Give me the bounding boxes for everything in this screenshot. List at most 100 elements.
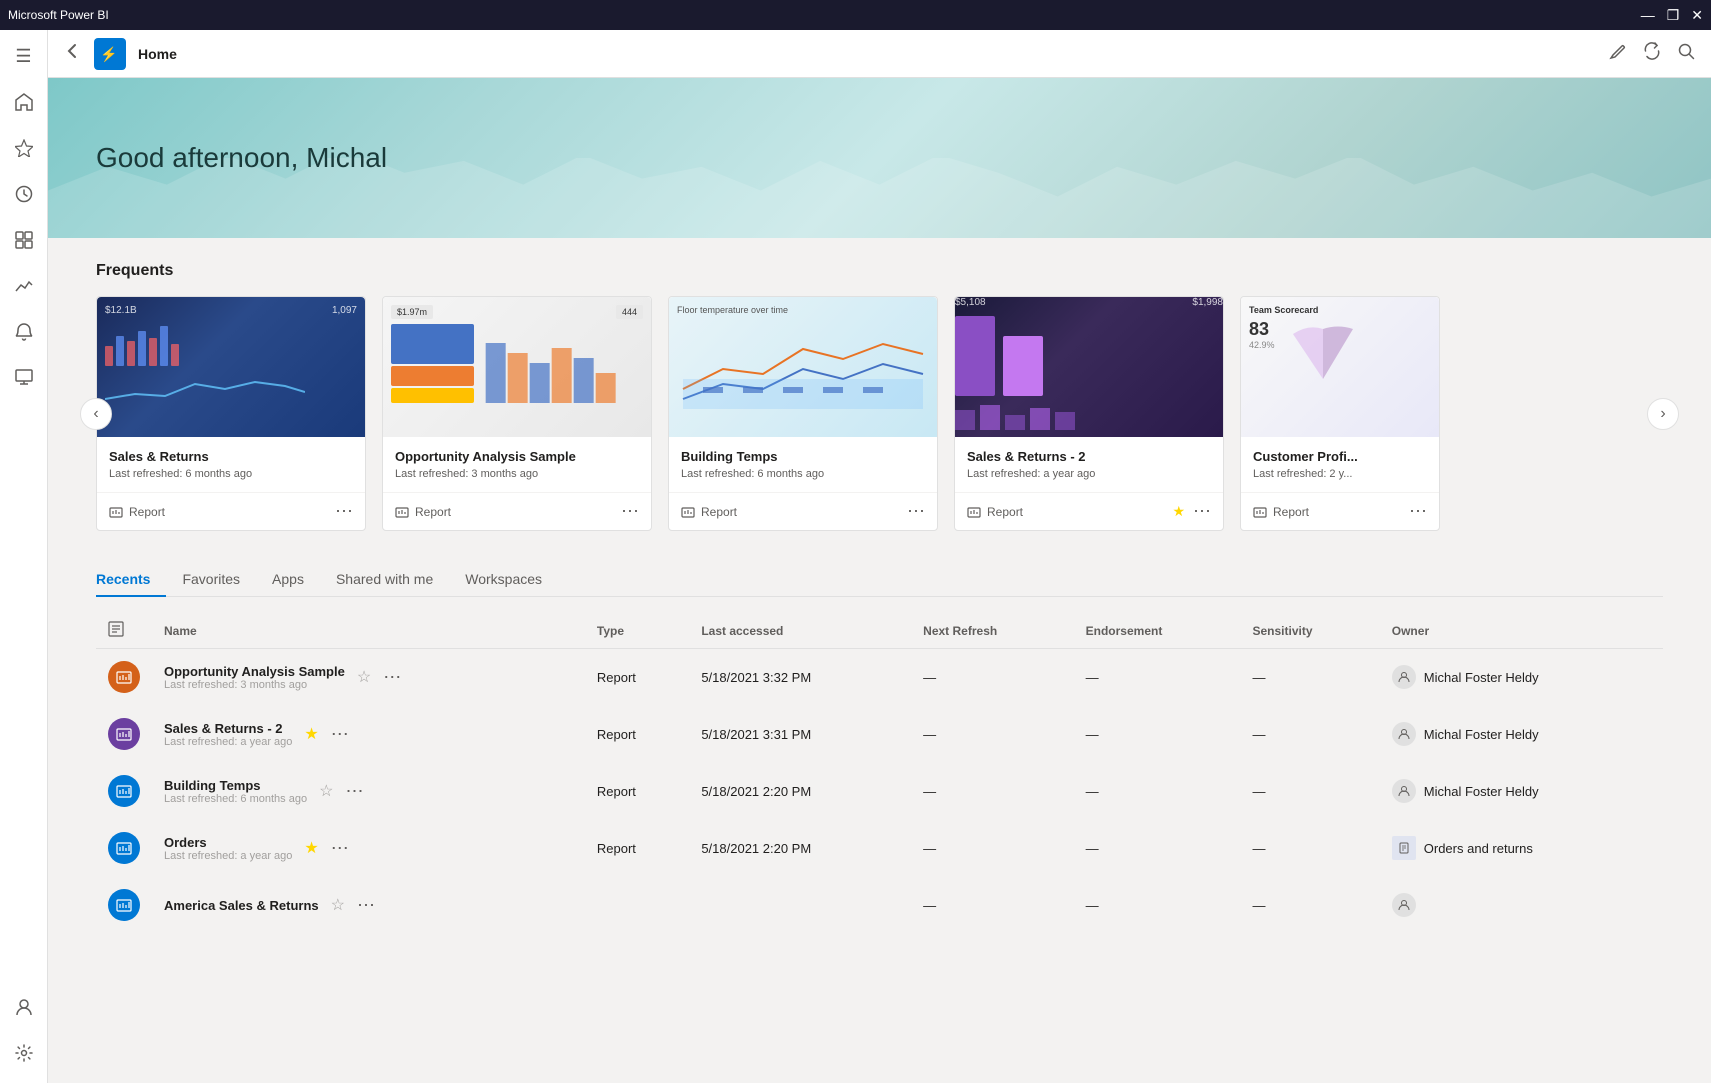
row-more-button[interactable]: ⋯ [357,895,375,916]
hero-banner: Good afternoon, Michal [48,78,1711,238]
owner-icon [1392,836,1416,860]
item-name: Building Temps [164,778,307,793]
type-cell: Report [585,706,689,763]
card-more-button[interactable]: ⋯ [1193,501,1211,522]
card-more-button[interactable]: ⋯ [621,501,639,522]
owner-icon [1392,665,1416,689]
frequents-section: Frequents ‹ $12.1B1,097 [96,262,1663,531]
card-more-button[interactable]: ⋯ [1409,501,1427,522]
row-more-button[interactable]: ⋯ [331,838,349,859]
tab-workspaces[interactable]: Workspaces [449,563,558,597]
type-cell [585,877,689,934]
carousel-next-button[interactable]: › [1647,398,1679,430]
card-sales-returns[interactable]: $12.1B1,097 [96,296,366,531]
card-subtitle: Last refreshed: 6 months ago [681,468,925,480]
svg-text:⚡: ⚡ [100,46,117,63]
greeting-text: Good afternoon, Michal [96,142,387,174]
star-button[interactable]: ★ [304,724,318,744]
minimize-button[interactable]: — [1641,7,1655,24]
sidebar-item-apps[interactable] [2,218,46,262]
sidebar-item-home[interactable] [2,80,46,124]
sidebar-item-alerts[interactable] [2,310,46,354]
type-cell: Report [585,820,689,877]
row-more-button[interactable]: ⋯ [345,781,363,802]
owner-name: Michal Foster Heldy [1424,727,1539,742]
card-building-temps[interactable]: Floor temperature over time [668,296,938,531]
row-icon [108,832,140,864]
tab-shared[interactable]: Shared with me [320,563,449,597]
card-type: Report [681,505,737,519]
table-row: Sales & Returns - 2 Last refreshed: a ye… [96,706,1663,763]
star-button[interactable]: ☆ [357,667,371,687]
owner-name: Michal Foster Heldy [1424,784,1539,799]
card-subtitle: Last refreshed: 3 months ago [395,468,639,480]
sidebar-item-favorites[interactable] [2,126,46,170]
col-icon [96,613,152,649]
card-sales-returns-2[interactable]: $5,108$1,998 [954,296,1224,531]
item-sub: Last refreshed: 3 months ago [164,679,345,691]
tab-favorites[interactable]: Favorites [166,563,256,597]
type-cell: Report [585,763,689,820]
card-type: Report [1253,505,1309,519]
star-button[interactable]: ★ [304,838,318,858]
card-title: Sales & Returns [109,449,353,464]
card-title: Opportunity Analysis Sample [395,449,639,464]
item-sub: Last refreshed: 6 months ago [164,793,307,805]
tab-apps[interactable]: Apps [256,563,320,597]
item-name: America Sales & Returns [164,898,319,913]
endorsement-cell: — [1074,877,1241,934]
carousel-prev-button[interactable]: ‹ [80,398,112,430]
star-button[interactable]: ☆ [331,895,345,915]
col-owner: Owner [1380,613,1663,649]
row-more-button[interactable]: ⋯ [331,724,349,745]
card-opportunity[interactable]: $1.97m 444 [382,296,652,531]
last-accessed-cell: 5/18/2021 2:20 PM [689,820,911,877]
last-accessed-cell: 5/18/2021 3:31 PM [689,706,911,763]
row-icon [108,718,140,750]
restore-button[interactable]: ❐ [1667,7,1680,24]
sidebar-item-metrics[interactable] [2,264,46,308]
sidebar-item-recents[interactable] [2,172,46,216]
col-endorsement: Endorsement [1074,613,1241,649]
col-name: Name [152,613,585,649]
owner-icon [1392,722,1416,746]
card-title: Sales & Returns - 2 [967,449,1211,464]
card-subtitle: Last refreshed: 6 months ago [109,468,353,480]
item-name: Sales & Returns - 2 [164,721,292,736]
row-icon [108,661,140,693]
last-accessed-cell: 5/18/2021 3:32 PM [689,649,911,706]
row-more-button[interactable]: ⋯ [383,667,401,688]
owner-name: Orders and returns [1424,841,1533,856]
sidebar-menu-toggle[interactable]: ☰ [2,34,46,78]
star-button[interactable]: ☆ [319,781,333,801]
owner-icon [1392,893,1416,917]
card-type: Report [395,505,451,519]
table-row: Orders Last refreshed: a year ago ★ ⋯ Re… [96,820,1663,877]
refresh-button[interactable] [1643,42,1661,65]
last-accessed-cell [689,877,911,934]
frequents-title: Frequents [96,262,1663,280]
type-cell: Report [585,649,689,706]
back-button[interactable] [64,42,82,65]
close-button[interactable]: ✕ [1691,7,1703,24]
card-more-button[interactable]: ⋯ [907,501,925,522]
edit-button[interactable] [1609,42,1627,65]
frequents-carousel: ‹ $12.1B1,097 [96,296,1663,531]
next-refresh-cell: — [911,877,1073,934]
next-refresh-cell: — [911,820,1073,877]
tab-recents[interactable]: Recents [96,563,166,597]
sidebar-profile[interactable] [2,985,46,1029]
card-customer-profi[interactable]: Team Scorecard 83 42.9% [1240,296,1440,531]
sidebar-item-workspaces[interactable] [2,356,46,400]
endorsement-cell: — [1074,649,1241,706]
endorsement-cell: — [1074,763,1241,820]
search-button[interactable] [1677,42,1695,65]
sidebar-settings[interactable] [2,1031,46,1075]
owner-name: Michal Foster Heldy [1424,670,1539,685]
card-more-button[interactable]: ⋯ [335,501,353,522]
row-icon [108,889,140,921]
top-nav: ⚡ Home [48,30,1711,78]
sensitivity-cell: — [1241,763,1380,820]
item-sub: Last refreshed: a year ago [164,736,292,748]
card-type: Report [109,505,165,519]
